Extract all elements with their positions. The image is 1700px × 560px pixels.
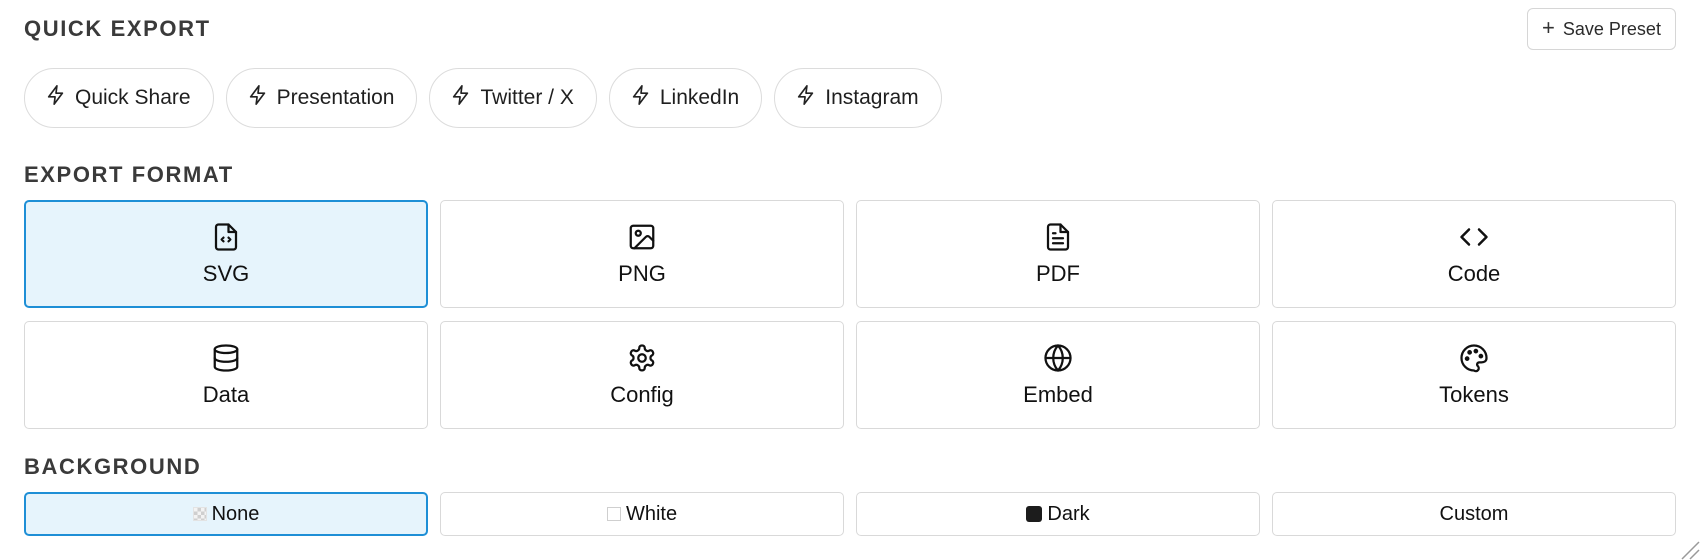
preset-label: Twitter / X bbox=[480, 86, 574, 109]
background-label: Dark bbox=[1047, 502, 1090, 525]
section-title-export-format: EXPORT FORMAT bbox=[24, 162, 234, 187]
section-title-background: BACKGROUND bbox=[24, 454, 202, 479]
preset-linkedin-button[interactable]: LinkedIn bbox=[608, 68, 763, 128]
background-none-button[interactable]: None bbox=[24, 492, 428, 536]
format-label: PDF bbox=[1036, 260, 1080, 286]
preset-label: Instagram bbox=[825, 86, 919, 109]
format-label: Config bbox=[610, 381, 674, 407]
white-swatch-icon bbox=[606, 507, 621, 521]
background-custom-button[interactable]: Custom bbox=[1272, 492, 1676, 536]
save-preset-button[interactable]: + Save Preset bbox=[1527, 8, 1676, 50]
format-svg-card[interactable]: SVG bbox=[24, 200, 428, 308]
quick-export-presets: Quick Share Presentation Twitter / X Lin… bbox=[24, 68, 942, 128]
database-icon bbox=[211, 343, 241, 378]
format-label: PNG bbox=[618, 260, 666, 286]
dark-swatch-icon bbox=[1026, 506, 1043, 522]
background-white-button[interactable]: White bbox=[440, 492, 844, 536]
background-dark-button[interactable]: Dark bbox=[856, 492, 1260, 536]
preset-label: Presentation bbox=[276, 86, 395, 109]
save-preset-label: Save Preset bbox=[1562, 18, 1661, 39]
format-data-card[interactable]: Data bbox=[24, 321, 428, 429]
format-config-card[interactable]: Config bbox=[440, 321, 844, 429]
gear-icon bbox=[627, 343, 657, 378]
lightning-icon bbox=[247, 84, 269, 112]
preset-twitter-button[interactable]: Twitter / X bbox=[429, 68, 597, 128]
preset-quick-share-button[interactable]: Quick Share bbox=[24, 68, 214, 128]
globe-icon bbox=[1043, 343, 1073, 378]
file-code-icon bbox=[211, 222, 241, 257]
background-label: Custom bbox=[1439, 502, 1509, 525]
format-label: Tokens bbox=[1439, 381, 1509, 407]
format-label: Embed bbox=[1023, 381, 1093, 407]
preset-label: LinkedIn bbox=[659, 86, 740, 109]
format-pdf-card[interactable]: PDF bbox=[856, 200, 1260, 308]
preset-presentation-button[interactable]: Presentation bbox=[225, 68, 418, 128]
format-embed-card[interactable]: Embed bbox=[856, 321, 1260, 429]
background-label: White bbox=[625, 502, 678, 525]
preset-label: Quick Share bbox=[75, 86, 191, 109]
palette-icon bbox=[1459, 343, 1489, 378]
resize-handle-icon[interactable] bbox=[1678, 538, 1700, 560]
format-label: Code bbox=[1447, 260, 1501, 286]
lightning-icon bbox=[795, 84, 817, 112]
background-options: None White Dark Custom bbox=[24, 492, 1676, 536]
format-code-card[interactable]: Code bbox=[1272, 200, 1676, 308]
preset-instagram-button[interactable]: Instagram bbox=[774, 68, 942, 128]
lightning-icon bbox=[630, 84, 652, 112]
code-icon bbox=[1459, 222, 1489, 257]
lightning-icon bbox=[45, 84, 67, 112]
plus-icon: + bbox=[1542, 15, 1555, 40]
export-format-grid: SVG PNG PDF Code Data Config Embed Token… bbox=[24, 200, 1676, 429]
section-title-quick-export: QUICK EXPORT bbox=[24, 16, 211, 41]
file-text-icon bbox=[1043, 222, 1073, 257]
format-label: Data bbox=[202, 381, 250, 407]
format-png-card[interactable]: PNG bbox=[440, 200, 844, 308]
image-icon bbox=[627, 222, 657, 257]
lightning-icon bbox=[450, 84, 472, 112]
format-tokens-card[interactable]: Tokens bbox=[1272, 321, 1676, 429]
format-label: SVG bbox=[202, 260, 250, 286]
background-label: None bbox=[211, 502, 260, 525]
transparent-swatch-icon bbox=[192, 507, 207, 521]
